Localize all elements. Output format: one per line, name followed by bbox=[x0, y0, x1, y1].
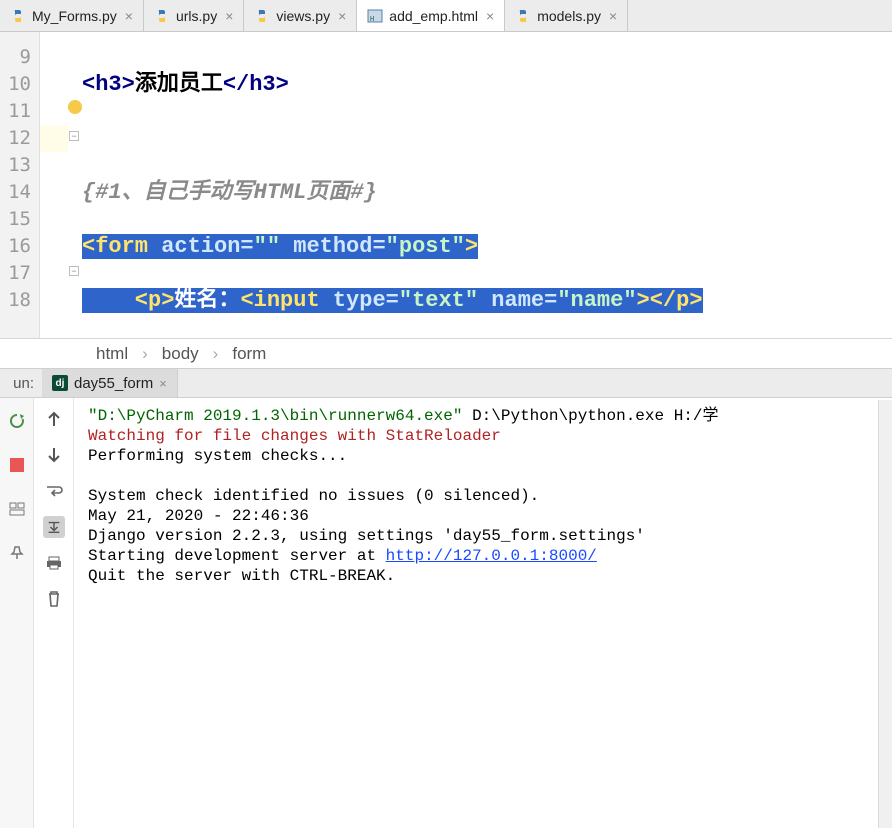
console-text: System check identified no issues (0 sil… bbox=[88, 487, 539, 505]
code-token: <h3> bbox=[82, 72, 135, 97]
python-file-icon bbox=[254, 8, 270, 24]
down-arrow-button[interactable] bbox=[43, 444, 65, 466]
editor-tab-bar: My_Forms.py × urls.py × views.py × H add… bbox=[0, 0, 892, 32]
layout-button[interactable] bbox=[6, 498, 28, 520]
code-text[interactable]: <h3>添加员工</h3> {#1、自己手动写HTML页面#} <form ac… bbox=[82, 32, 892, 338]
python-file-icon bbox=[154, 8, 170, 24]
tab-urls[interactable]: urls.py × bbox=[144, 0, 244, 31]
rerun-button[interactable] bbox=[6, 410, 28, 432]
tab-label: urls.py bbox=[176, 8, 217, 24]
tab-views[interactable]: views.py × bbox=[244, 0, 357, 31]
html-file-icon: H bbox=[367, 8, 383, 24]
console-text: Watching for file changes with StatReloa… bbox=[88, 427, 501, 445]
code-token: 姓名： bbox=[174, 288, 240, 313]
close-icon[interactable]: × bbox=[607, 8, 619, 24]
stop-button[interactable] bbox=[6, 454, 28, 476]
fold-column: − − bbox=[68, 32, 82, 338]
svg-text:H: H bbox=[370, 15, 374, 23]
gutter-highlight bbox=[40, 32, 68, 338]
chevron-right-icon: › bbox=[213, 344, 219, 364]
run-panel-header: un: dj day55_form × bbox=[0, 368, 892, 398]
pin-button[interactable] bbox=[6, 542, 28, 564]
close-icon[interactable]: × bbox=[484, 8, 496, 24]
tab-label: add_emp.html bbox=[389, 8, 478, 24]
console-text: May 21, 2020 - 22:46:36 bbox=[88, 507, 309, 525]
chevron-right-icon: › bbox=[142, 344, 148, 364]
console-text: Performing system checks... bbox=[88, 447, 347, 465]
tab-label: models.py bbox=[537, 8, 601, 24]
print-button[interactable] bbox=[43, 552, 65, 574]
run-config-tab[interactable]: dj day55_form × bbox=[42, 369, 178, 397]
close-icon[interactable]: × bbox=[123, 8, 135, 24]
code-token: </h3> bbox=[223, 72, 289, 97]
breadcrumb-item[interactable]: form bbox=[232, 344, 266, 364]
console-text: "D:\PyCharm 2019.1.3\bin\runnerw64.exe" bbox=[88, 407, 462, 425]
line-number-gutter: 9101112131415161718 bbox=[0, 32, 40, 338]
console-text: Quit the server with CTRL-BREAK. bbox=[88, 567, 395, 585]
breadcrumb-item[interactable]: html bbox=[96, 344, 128, 364]
breadcrumb: html › body › form bbox=[0, 338, 892, 368]
tab-label: My_Forms.py bbox=[32, 8, 117, 24]
run-toolbar-right bbox=[34, 398, 74, 828]
tab-label: views.py bbox=[276, 8, 330, 24]
code-token: 添加员工 bbox=[135, 72, 223, 97]
server-url-link[interactable]: http://127.0.0.1:8000/ bbox=[386, 547, 597, 565]
run-label: un: bbox=[0, 375, 42, 392]
run-toolbar-left bbox=[0, 398, 34, 828]
run-config-name: day55_form bbox=[74, 375, 153, 392]
django-icon: dj bbox=[52, 375, 68, 391]
tab-add-emp[interactable]: H add_emp.html × bbox=[357, 0, 505, 31]
code-editor[interactable]: 9101112131415161718 − − <h3>添加员工</h3> {#… bbox=[0, 32, 892, 338]
trash-button[interactable] bbox=[43, 588, 65, 610]
python-file-icon bbox=[515, 8, 531, 24]
tab-models[interactable]: models.py × bbox=[505, 0, 628, 31]
soft-wrap-button[interactable] bbox=[43, 480, 65, 502]
tab-my-forms[interactable]: My_Forms.py × bbox=[0, 0, 144, 31]
close-icon[interactable]: × bbox=[223, 8, 235, 24]
console-text: Starting development server at bbox=[88, 547, 386, 565]
close-icon[interactable]: × bbox=[159, 376, 167, 391]
fold-toggle-icon[interactable]: − bbox=[69, 131, 79, 141]
vertical-scrollbar[interactable] bbox=[878, 400, 892, 828]
scroll-to-end-button[interactable] bbox=[43, 516, 65, 538]
code-comment: {#1、自己手动写HTML页面#} bbox=[82, 180, 377, 205]
console-text: D:\Python\python.exe H:/学 bbox=[462, 407, 718, 425]
breadcrumb-item[interactable]: body bbox=[162, 344, 199, 364]
up-arrow-button[interactable] bbox=[43, 408, 65, 430]
console-text: Django version 2.2.3, using settings 'da… bbox=[88, 527, 645, 545]
console-output[interactable]: "D:\PyCharm 2019.1.3\bin\runnerw64.exe" … bbox=[74, 398, 892, 828]
intention-bulb-icon[interactable] bbox=[68, 100, 82, 114]
python-file-icon bbox=[10, 8, 26, 24]
fold-toggle-icon[interactable]: − bbox=[69, 266, 79, 276]
close-icon[interactable]: × bbox=[336, 8, 348, 24]
